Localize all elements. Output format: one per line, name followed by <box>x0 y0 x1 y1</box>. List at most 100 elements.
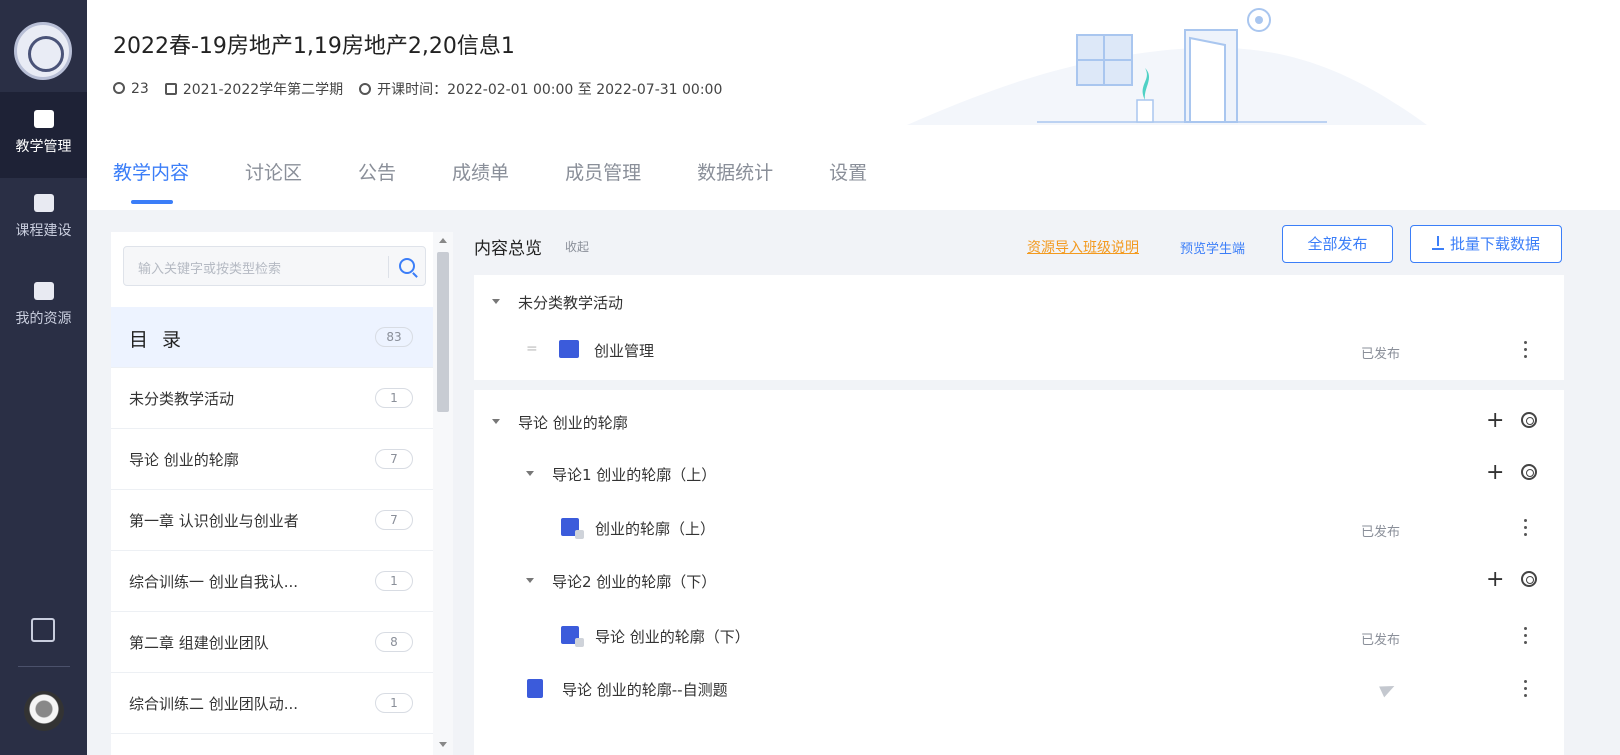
list-item-label: 综合训练一 创业自我认... <box>129 573 299 591</box>
gear-icon[interactable] <box>1521 571 1537 587</box>
schedule-value: 开课时间：2022-02-01 00:00 至 2022-07-31 00:00 <box>377 82 723 98</box>
activity-title: 创业管理 <box>594 342 655 360</box>
video-icon <box>561 518 584 539</box>
activity-row[interactable]: 导论 创业的轮廓（下） 已发布 <box>474 621 1564 651</box>
list-item-label: 第一章 认识创业与创业者 <box>129 512 299 530</box>
preview-student-link[interactable]: 预览学生端 <box>1180 238 1245 257</box>
tab-statistics[interactable]: 数据统计 <box>697 158 773 204</box>
nav-label: 课程建设 <box>15 223 72 239</box>
tab-announcement[interactable]: 公告 <box>358 158 396 204</box>
nav-course-building[interactable]: 课程建设 <box>0 194 87 254</box>
nav-divider <box>18 666 70 667</box>
avatar[interactable] <box>24 691 64 731</box>
video-icon <box>561 626 584 647</box>
add-icon[interactable]: + <box>1486 569 1504 591</box>
group-header[interactable]: 未分类教学活动 <box>474 287 1564 317</box>
batch-download-label: 批量下载数据 <box>1449 235 1540 253</box>
directory-list: 目 录 83 未分类教学活动 1 导论 创业的轮廓 7 第一章 认识创业与创业者… <box>111 307 433 734</box>
list-item[interactable]: 第二章 组建创业团队 8 <box>111 612 433 673</box>
group-card-intro: 导论 创业的轮廓 + 导论1 创业的轮廓（上） + 创业的轮廓（上） 已发布 导… <box>474 390 1564 755</box>
tab-gradebook[interactable]: 成绩单 <box>452 158 509 204</box>
chevron-down-icon[interactable] <box>526 471 534 476</box>
download-icon[interactable] <box>31 618 55 642</box>
tab-discussion[interactable]: 讨论区 <box>245 158 302 204</box>
calendar-icon <box>164 83 177 95</box>
school-logo <box>14 22 72 80</box>
activity-title: 创业的轮廓（上） <box>595 520 716 538</box>
count-badge: 1 <box>375 571 413 591</box>
semester: 2021-2022学年第二学期 <box>164 79 344 99</box>
activity-row[interactable]: 导论 创业的轮廓--自测题 <box>474 674 1564 704</box>
subgroup-header[interactable]: 导论1 创业的轮廓（上） + <box>474 459 1564 489</box>
batch-download-button[interactable]: 批量下载数据 <box>1410 225 1562 263</box>
drag-handle-icon[interactable]: = <box>526 341 538 357</box>
gear-icon[interactable] <box>1521 412 1537 428</box>
subgroup-header[interactable]: 导论2 创业的轮廓（下） + <box>474 566 1564 596</box>
collapse-link[interactable]: 收起 <box>565 238 589 255</box>
directory-header[interactable]: 目 录 83 <box>111 307 433 368</box>
directory-panel: 输入关键字或按类型检索 目 录 83 未分类教学活动 1 导论 创业的轮廓 7 <box>111 232 453 755</box>
more-icon[interactable] <box>1524 341 1528 359</box>
import-guide-link[interactable]: 资源导入班级说明 <box>1027 237 1139 257</box>
search-input[interactable]: 输入关键字或按类型检索 <box>123 246 426 286</box>
download-icon <box>1431 236 1444 250</box>
add-icon[interactable]: + <box>1486 410 1504 432</box>
content-overview: 内容总览 收起 资源导入班级说明 预览学生端 全部发布 批量下载数据 未分类教学… <box>474 210 1620 755</box>
list-item-label: 第二章 组建创业团队 <box>129 634 269 652</box>
activity-title: 导论 创业的轮廓（下） <box>595 628 750 646</box>
search-placeholder: 输入关键字或按类型检索 <box>138 262 282 277</box>
scroll-thumb[interactable] <box>437 252 449 412</box>
directory-scrollbar[interactable] <box>433 232 453 755</box>
status-badge: 已发布 <box>1361 525 1401 540</box>
gear-icon[interactable] <box>1521 464 1537 480</box>
scroll-down-arrow-icon[interactable] <box>439 742 447 747</box>
left-nav: 教学管理 课程建设 我的资源 <box>0 0 87 755</box>
group-header[interactable]: 导论 创业的轮廓 + <box>474 407 1564 437</box>
chevron-down-icon[interactable] <box>492 299 500 304</box>
list-item[interactable]: 综合训练一 创业自我认... 1 <box>111 551 433 612</box>
list-item[interactable]: 导论 创业的轮廓 7 <box>111 429 433 490</box>
book-icon <box>33 194 54 212</box>
nav-label: 我的资源 <box>15 311 72 327</box>
chevron-down-icon[interactable] <box>492 419 500 424</box>
count-badge: 83 <box>375 327 413 347</box>
subgroup-title: 导论2 创业的轮廓（下） <box>552 573 717 591</box>
status-badge: 已发布 <box>1361 633 1401 648</box>
tab-teaching-content[interactable]: 教学内容 <box>113 158 189 204</box>
list-item[interactable]: 未分类教学活动 1 <box>111 368 433 429</box>
resource-box-icon <box>33 282 54 300</box>
tab-settings[interactable]: 设置 <box>829 158 867 204</box>
test-icon <box>527 679 543 698</box>
scroll-up-arrow-icon[interactable] <box>439 238 447 243</box>
search-icon[interactable] <box>399 258 415 274</box>
overview-title: 内容总览 <box>474 239 542 259</box>
list-item[interactable]: 综合训练二 创业团队动... 1 <box>111 673 433 734</box>
more-icon[interactable] <box>1524 519 1528 537</box>
status-badge: 已发布 <box>1361 347 1401 362</box>
count-badge: 1 <box>375 693 413 713</box>
nav-label: 教学管理 <box>15 139 72 155</box>
publish-all-button[interactable]: 全部发布 <box>1282 225 1393 263</box>
count-badge: 7 <box>375 449 413 469</box>
activity-row[interactable]: 创业的轮廓（上） 已发布 <box>474 513 1564 543</box>
group-title: 导论 创业的轮廓 <box>518 414 628 432</box>
app-root: 教学管理 课程建设 我的资源 2022春-19房地产1,19房地产2,20信息1… <box>0 0 1620 755</box>
semester-value: 2021-2022学年第二学期 <box>182 82 344 98</box>
more-icon[interactable] <box>1524 680 1528 698</box>
group-card-uncategorized: 未分类教学活动 = 创业管理 已发布 <box>474 275 1564 380</box>
send-icon[interactable] <box>1379 680 1397 698</box>
list-item[interactable]: 第一章 认识创业与创业者 7 <box>111 490 433 551</box>
clock-icon <box>359 83 372 95</box>
count-badge: 8 <box>375 632 413 652</box>
chevron-down-icon[interactable] <box>526 578 534 583</box>
add-icon[interactable]: + <box>1486 462 1504 484</box>
main-body: 输入关键字或按类型检索 目 录 83 未分类教学活动 1 导论 创业的轮廓 7 <box>87 210 1620 755</box>
activity-row[interactable]: = 创业管理 已发布 <box>474 335 1564 365</box>
tab-member-management[interactable]: 成员管理 <box>565 158 641 204</box>
more-icon[interactable] <box>1524 627 1528 645</box>
nav-my-resources[interactable]: 我的资源 <box>0 282 87 342</box>
nav-teaching-management[interactable]: 教学管理 <box>0 92 87 178</box>
member-count-value: 23 <box>131 81 149 97</box>
header-illustration <box>907 8 1427 126</box>
course-tabs: 教学内容 讨论区 公告 成绩单 成员管理 数据统计 设置 <box>113 158 923 204</box>
